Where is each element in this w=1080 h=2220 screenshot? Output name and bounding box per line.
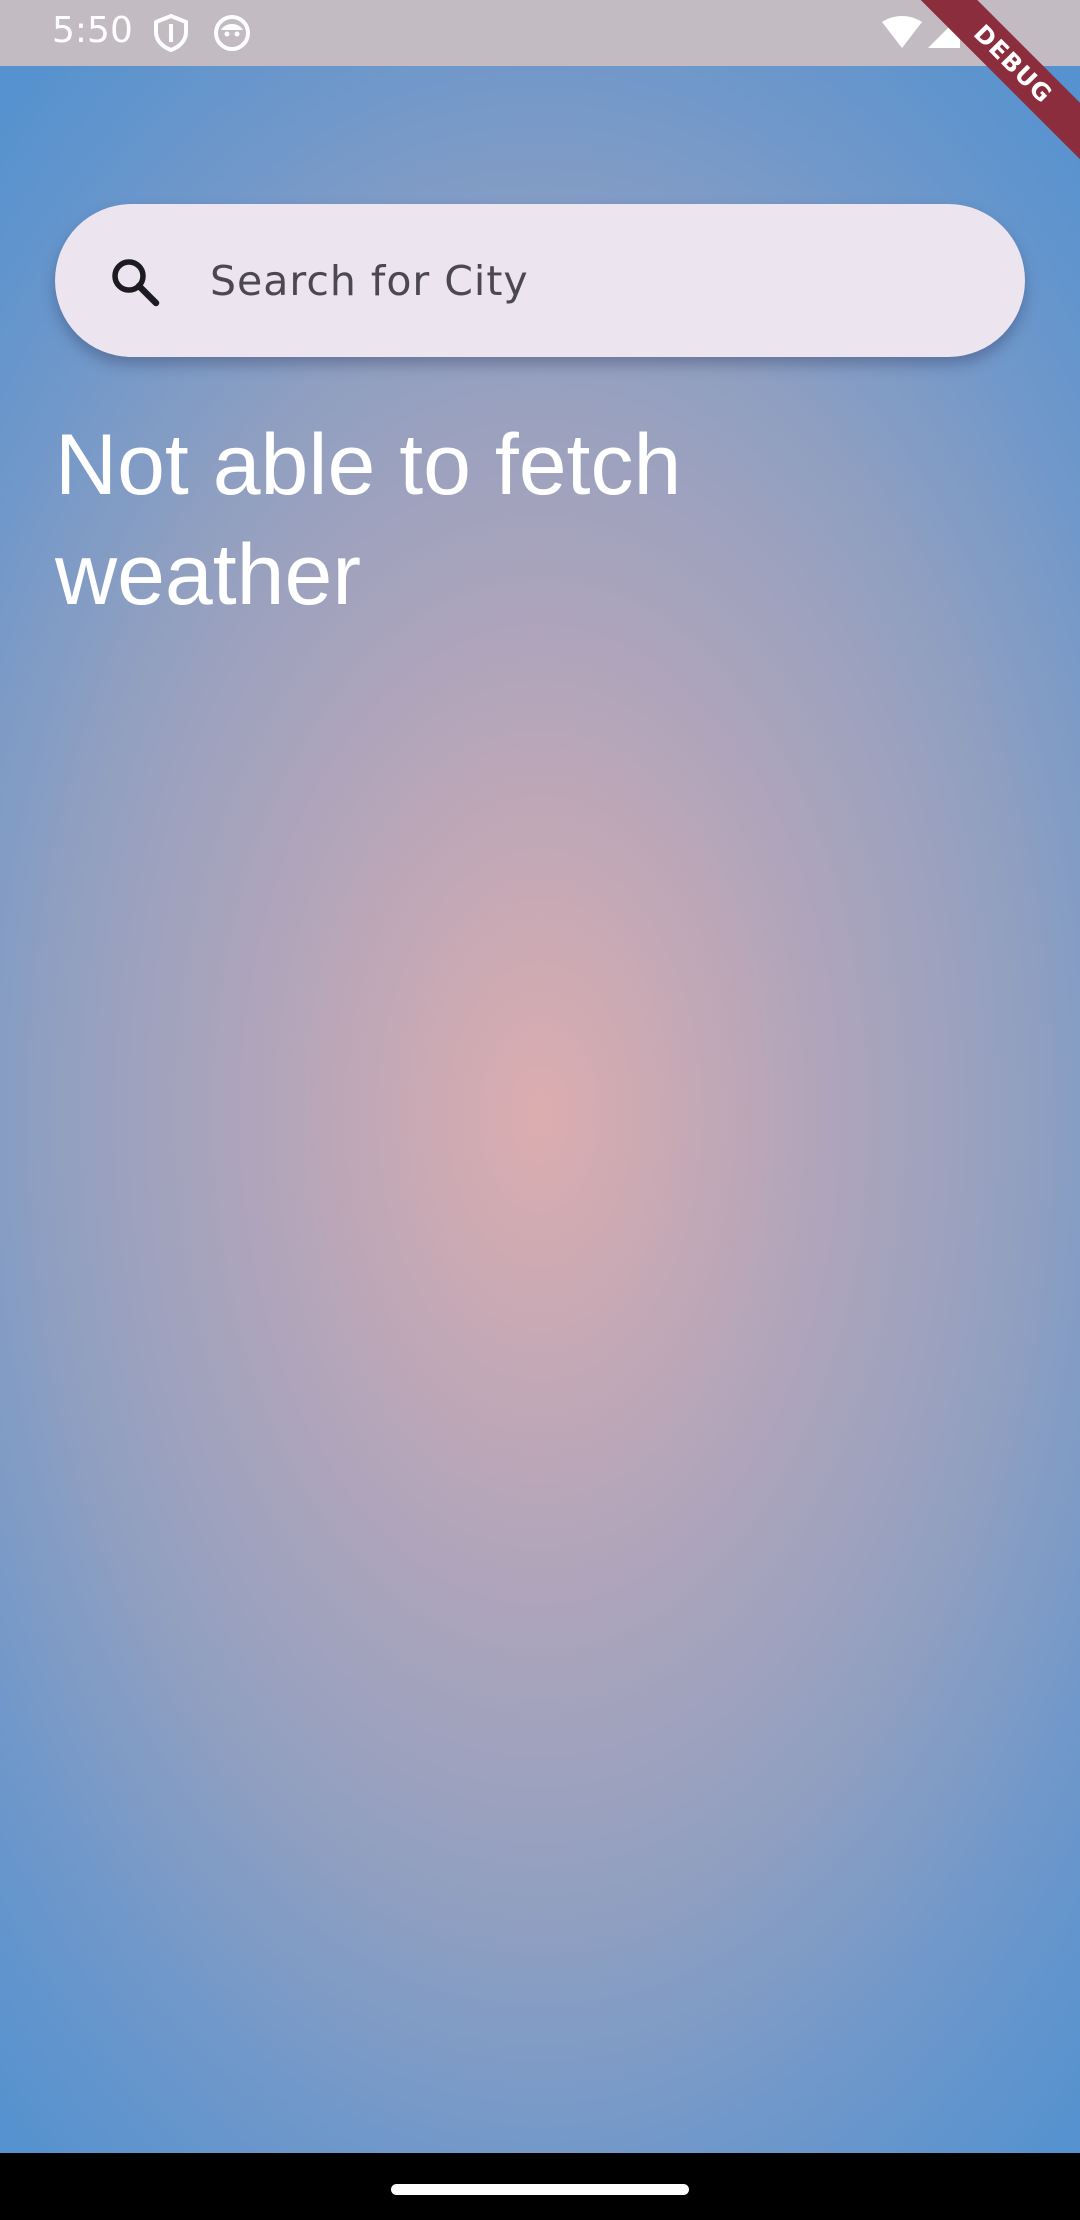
navigation-bar — [0, 2153, 1080, 2220]
face-icon — [213, 14, 251, 56]
shield-icon — [153, 14, 189, 56]
weather-screen: 5:50 DEBUG Search for City Not able to f… — [0, 0, 1080, 2220]
search-bar[interactable] — [55, 204, 1025, 357]
status-time: 5:50 — [52, 10, 133, 51]
home-handle[interactable] — [391, 2184, 689, 2195]
search-input[interactable] — [210, 204, 990, 357]
error-message: Not able to fetch weather — [55, 417, 682, 623]
search-icon[interactable] — [105, 252, 165, 312]
wifi-icon — [880, 16, 924, 54]
status-bar: 5:50 — [0, 0, 1080, 66]
signal-icon — [926, 14, 962, 54]
